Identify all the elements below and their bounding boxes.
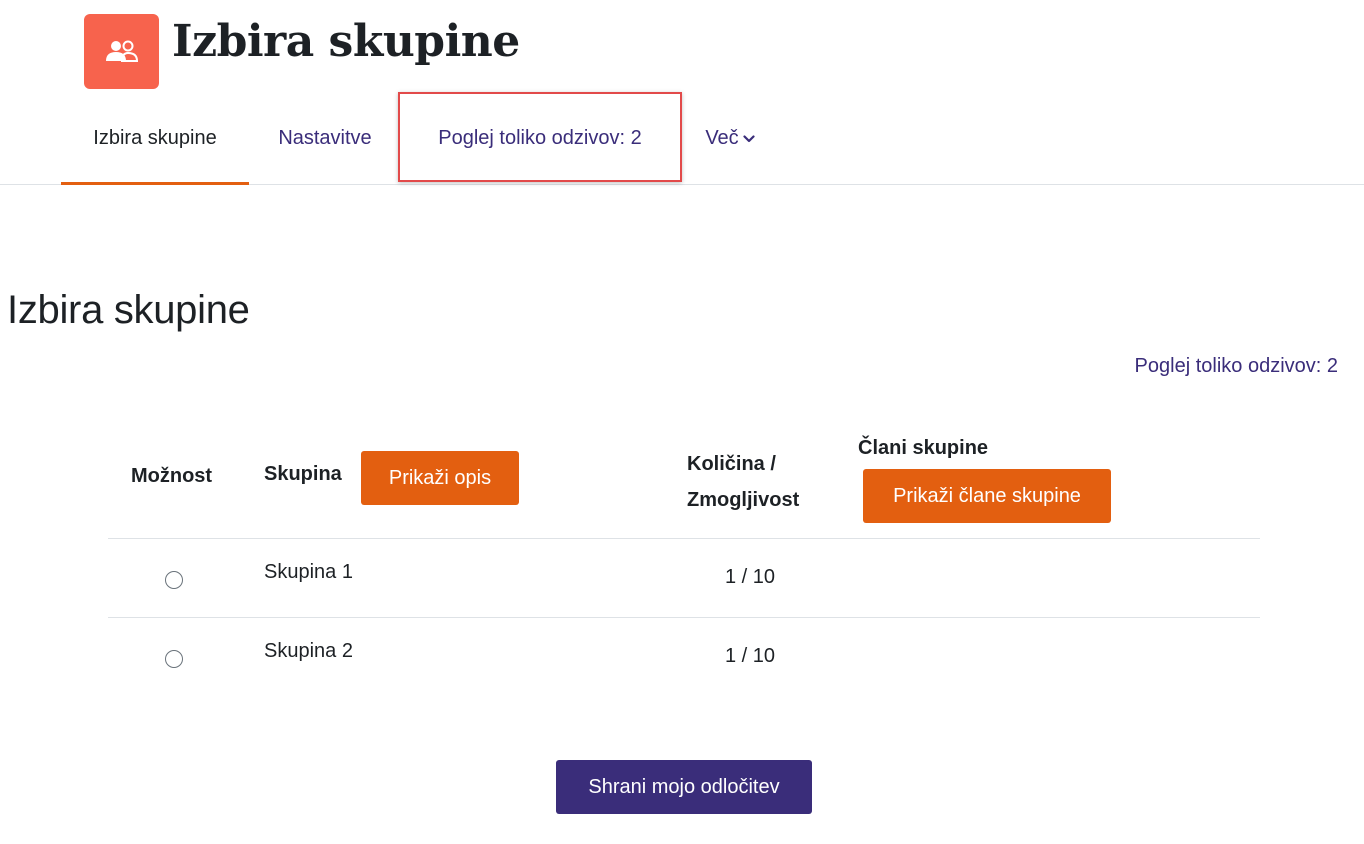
column-header-quantity: Količina / Zmogljivost	[687, 446, 799, 518]
option-radio-1[interactable]	[165, 571, 183, 589]
page-header-title: Izbira skupine	[172, 16, 520, 67]
page: Izbira skupine Izbira skupine Nastavitve…	[0, 0, 1364, 844]
option-radio-2[interactable]	[165, 650, 183, 668]
column-header-option: Možnost	[131, 465, 213, 487]
group-name-1: Skupina 1	[264, 561, 353, 583]
save-choice-button[interactable]: Shrani mojo odločitev	[556, 760, 812, 814]
group-quantity-1: 1 / 10	[724, 566, 776, 588]
view-responses-link[interactable]: Poglej toliko odzivov: 2	[1135, 355, 1338, 378]
group-choice-icon	[84, 14, 159, 89]
tab-more[interactable]: Več	[690, 92, 770, 184]
chevron-down-icon	[743, 135, 755, 143]
column-header-quantity-line1: Količina /	[687, 453, 776, 475]
tab-view-responses[interactable]: Poglej toliko odzivov: 2	[400, 92, 680, 184]
table-divider	[108, 617, 1260, 618]
group-quantity-2: 1 / 10	[724, 645, 776, 667]
users-icon	[105, 40, 138, 62]
show-group-members-button[interactable]: Prikaži člane skupine	[863, 469, 1111, 523]
table-divider	[108, 538, 1260, 539]
column-header-quantity-line2: Zmogljivost	[687, 489, 800, 511]
column-header-members: Člani skupine	[858, 437, 989, 459]
main-heading: Izbira skupine	[7, 288, 250, 332]
show-description-button[interactable]: Prikaži opis	[361, 451, 519, 505]
tab-more-label: Več	[705, 126, 739, 149]
tab-group-choice[interactable]: Izbira skupine	[61, 92, 249, 185]
tab-settings[interactable]: Nastavitve	[255, 92, 395, 184]
column-header-group: Skupina	[264, 463, 342, 485]
group-name-2: Skupina 2	[264, 640, 353, 662]
secondary-navigation: Izbira skupine Nastavitve Poglej toliko …	[0, 92, 1364, 185]
